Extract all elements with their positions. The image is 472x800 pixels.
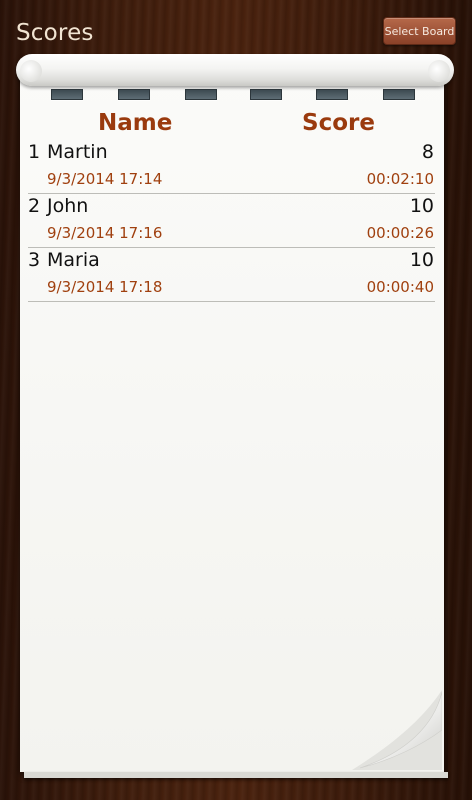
select-board-button[interactable]: Select Board: [383, 17, 456, 45]
score-row[interactable]: 3 Maria 10 9/3/2014 17:18 00:00:40: [28, 247, 435, 302]
column-header-score: Score: [302, 110, 375, 136]
player-score: 10: [409, 249, 434, 271]
score-date: 9/3/2014 17:14: [47, 170, 163, 188]
score-date: 9/3/2014 17:16: [47, 224, 163, 242]
player-score: 8: [421, 141, 434, 163]
notepad-binding: [16, 54, 454, 86]
player-name: John: [47, 195, 89, 217]
binding-slot: [51, 89, 83, 100]
binding-slot: [316, 89, 348, 100]
rank-number: 1: [28, 141, 41, 163]
score-row[interactable]: 1 Martin 8 9/3/2014 17:14 00:02:10: [28, 139, 435, 194]
rank-number: 3: [28, 249, 41, 271]
player-score: 10: [409, 195, 434, 217]
score-date: 9/3/2014 17:18: [47, 278, 163, 296]
binding-slot: [185, 89, 217, 100]
rank-number: 2: [28, 195, 41, 217]
player-name: Martin: [47, 141, 108, 163]
score-row[interactable]: 2 John 10 9/3/2014 17:16 00:00:26: [28, 193, 435, 248]
score-time: 00:02:10: [366, 170, 434, 188]
score-time: 00:00:26: [366, 224, 434, 242]
player-name: Maria: [47, 249, 100, 271]
app-title: Scores: [16, 20, 94, 46]
column-header-name: Name: [98, 110, 173, 136]
binding-slot: [383, 89, 415, 100]
binding-slot: [250, 89, 282, 100]
score-time: 00:00:40: [366, 278, 434, 296]
binding-slot: [118, 89, 150, 100]
